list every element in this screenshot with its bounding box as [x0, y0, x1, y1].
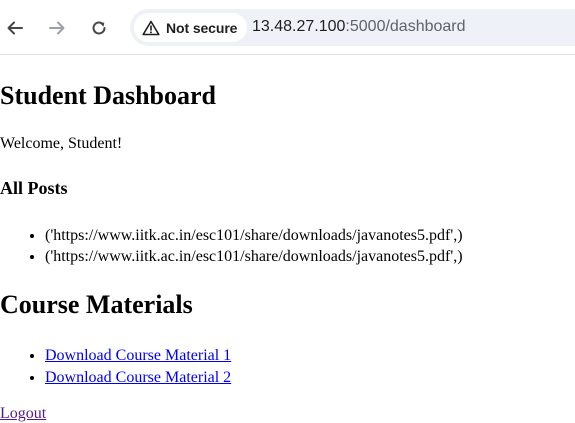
- arrow-right-icon: [49, 21, 65, 35]
- warning-triangle-icon: [142, 20, 160, 35]
- post-item: ('https://www.iitk.ac.in/esc101/share/do…: [45, 225, 463, 246]
- url-host: 13.48.27.100: [252, 18, 346, 35]
- download-material-2-link[interactable]: Download Course Material 2: [45, 369, 231, 386]
- reload-icon: [92, 21, 106, 35]
- browser-toolbar: Not secure 13.48.27.100:5000/dashboard: [0, 0, 575, 55]
- reload-button[interactable]: [85, 14, 113, 42]
- materials-list: Download Course Material 1 Download Cour…: [0, 345, 231, 389]
- forward-button[interactable]: [43, 14, 71, 42]
- welcome-message: Welcome, Student!: [0, 135, 123, 152]
- logout-link[interactable]: Logout: [0, 405, 46, 423]
- post-item: ('https://www.iitk.ac.in/esc101/share/do…: [45, 246, 463, 267]
- page-title: Student Dashboard: [0, 81, 217, 110]
- url-path: :5000/dashboard: [345, 18, 466, 35]
- material-item: Download Course Material 1: [45, 345, 231, 367]
- download-material-1-link[interactable]: Download Course Material 1: [45, 347, 231, 364]
- security-label: Not secure: [166, 19, 238, 36]
- address-bar[interactable]: Not secure 13.48.27.100:5000/dashboard: [130, 9, 575, 46]
- arrow-left-icon: [7, 21, 23, 35]
- url-text[interactable]: 13.48.27.100:5000/dashboard: [252, 18, 466, 36]
- back-button[interactable]: [1, 14, 29, 42]
- posts-list: ('https://www.iitk.ac.in/esc101/share/do…: [0, 225, 463, 267]
- materials-heading: Course Materials: [0, 290, 193, 319]
- material-item: Download Course Material 2: [45, 367, 231, 389]
- posts-heading: All Posts: [0, 178, 68, 198]
- security-indicator[interactable]: Not secure: [134, 13, 248, 42]
